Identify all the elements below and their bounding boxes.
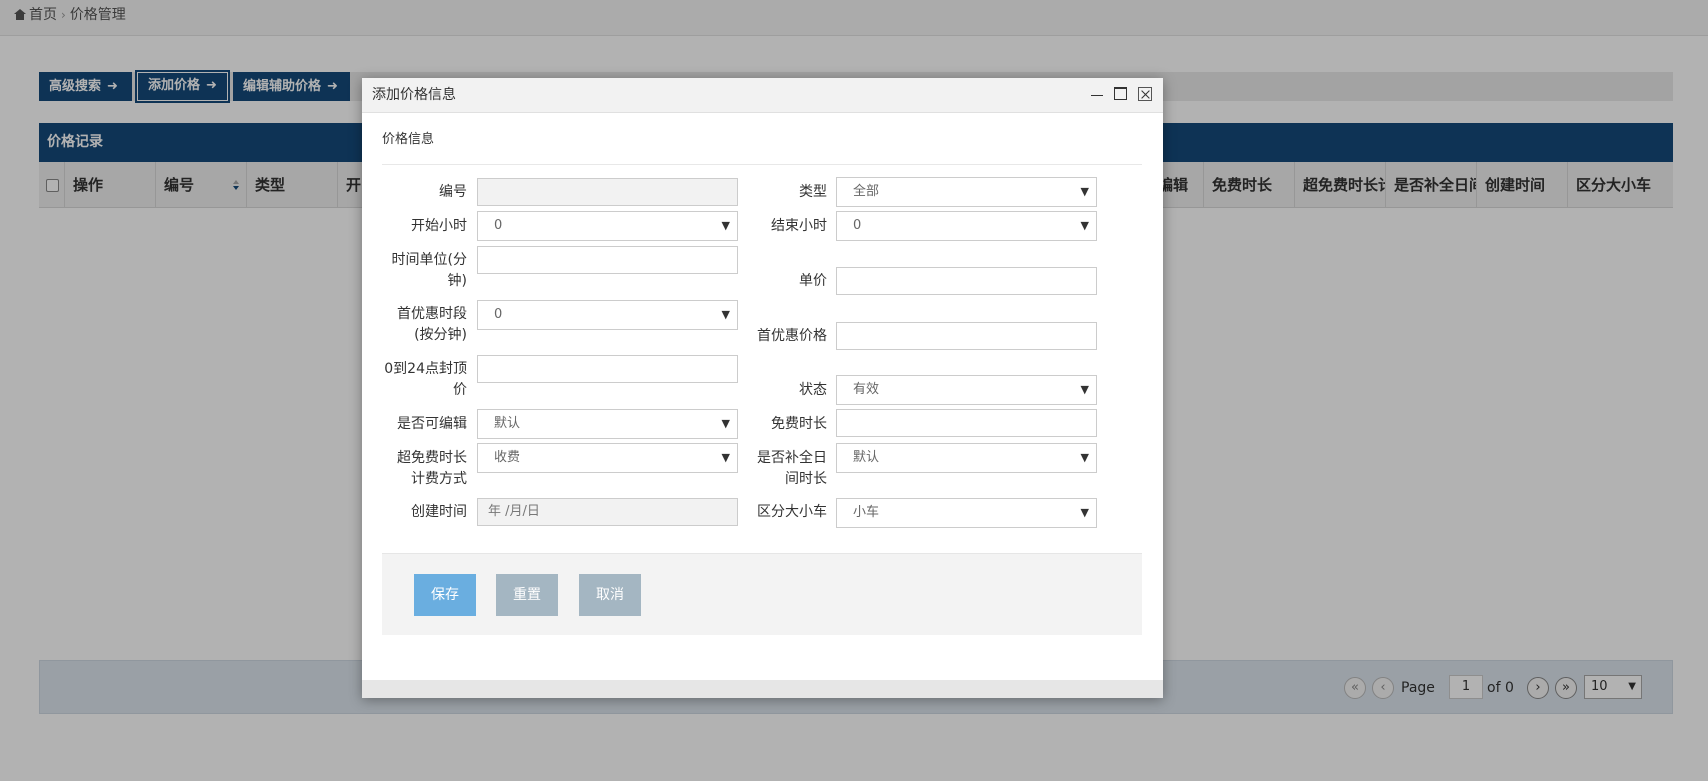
cap-price-label: 0到24点封顶价 bbox=[384, 361, 467, 398]
vehicle-size-select[interactable]: 小车 ▼ bbox=[836, 498, 1097, 528]
section-divider bbox=[382, 164, 1142, 165]
vehicle-size-label: 区分大小车 bbox=[757, 504, 827, 520]
created-time-label: 创建时间 bbox=[411, 504, 467, 520]
start-hour-select[interactable]: 0 ▼ bbox=[477, 211, 738, 241]
minimize-icon[interactable] bbox=[1090, 87, 1104, 101]
save-button[interactable]: 保存 bbox=[414, 574, 476, 616]
editable-select[interactable]: 默认 ▼ bbox=[477, 409, 738, 439]
chevron-down-icon: ▼ bbox=[721, 308, 730, 321]
chevron-down-icon: ▼ bbox=[1080, 219, 1089, 232]
fill-daytime-select[interactable]: 默认 ▼ bbox=[836, 443, 1097, 473]
chevron-down-icon: ▼ bbox=[1080, 185, 1089, 198]
dialog-title: 添加价格信息 bbox=[372, 87, 456, 103]
cancel-button[interactable]: 取消 bbox=[579, 574, 641, 616]
status-select[interactable]: 有效 ▼ bbox=[836, 375, 1097, 405]
first-discount-price-field[interactable] bbox=[836, 322, 1097, 350]
first-discount-price-label: 首优惠价格 bbox=[757, 328, 827, 344]
free-duration-label: 免费时长 bbox=[771, 416, 827, 432]
time-unit-label: 时间单位(分 钟) bbox=[391, 252, 467, 289]
dialog-bottom-bar bbox=[362, 680, 1163, 698]
created-time-field[interactable]: 年 /月/日 bbox=[477, 498, 738, 526]
first-discount-period-label: 首优惠时段 (按分钟) bbox=[397, 306, 467, 343]
chevron-down-icon: ▼ bbox=[1080, 506, 1089, 519]
chevron-down-icon: ▼ bbox=[1080, 451, 1089, 464]
free-duration-field[interactable] bbox=[836, 409, 1097, 437]
dialog-header: 添加价格信息 bbox=[362, 78, 1163, 113]
code-field[interactable] bbox=[477, 178, 738, 206]
add-price-dialog: 添加价格信息 价格信息 类型 编号 全部 ▼ 开始小时 0 ▼ 结束小时 0 ▼ 时间… bbox=[362, 78, 1163, 698]
maximize-icon[interactable] bbox=[1114, 87, 1127, 100]
unit-price-field[interactable] bbox=[836, 267, 1097, 295]
type-select[interactable]: 全部 ▼ bbox=[836, 177, 1097, 207]
chevron-down-icon: ▼ bbox=[1080, 383, 1089, 396]
dialog-footer: 保存 重置 取消 bbox=[382, 553, 1142, 635]
first-discount-period-select[interactable]: 0 ▼ bbox=[477, 300, 738, 330]
section-title: 价格信息 bbox=[382, 132, 435, 147]
fill-daytime-label: 是否补全日 间时长 bbox=[757, 450, 827, 487]
end-hour-select[interactable]: 0 ▼ bbox=[836, 211, 1097, 241]
start-hour-label: 开始小时 bbox=[411, 218, 467, 234]
cap-price-field[interactable] bbox=[477, 355, 738, 383]
editable-label: 是否可编辑 bbox=[397, 416, 467, 432]
type-label: 类型 bbox=[799, 184, 827, 200]
overtime-billing-select[interactable]: 收费 ▼ bbox=[477, 443, 738, 473]
overtime-billing-label: 超免费时长 计费方式 bbox=[397, 450, 467, 487]
time-unit-field[interactable] bbox=[477, 246, 738, 274]
end-hour-label: 结束小时 bbox=[771, 218, 827, 234]
status-label: 状态 bbox=[799, 382, 827, 398]
unit-price-label: 单价 bbox=[799, 273, 827, 289]
close-icon[interactable] bbox=[1138, 87, 1152, 101]
reset-button[interactable]: 重置 bbox=[496, 574, 558, 616]
code-label: 编号 bbox=[439, 184, 467, 200]
